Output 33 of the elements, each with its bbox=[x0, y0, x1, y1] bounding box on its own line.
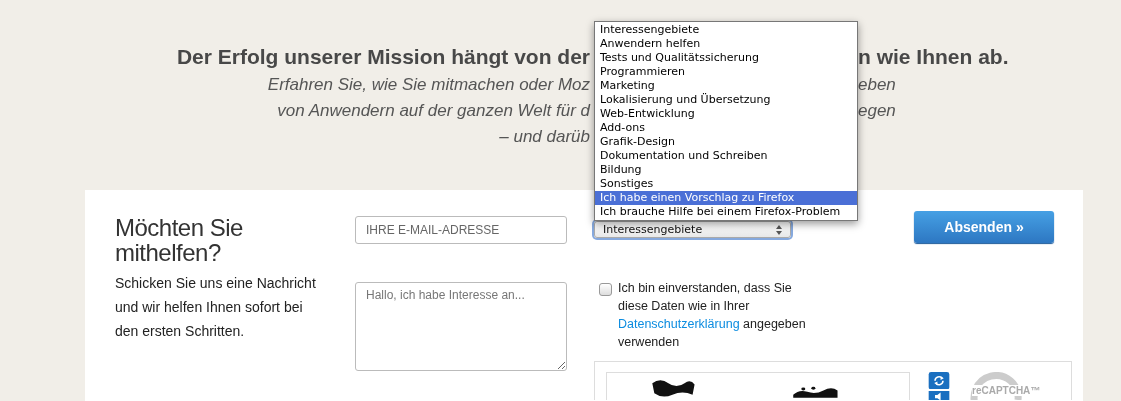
heading: n wie Ihnen ab. bbox=[858, 44, 1009, 70]
heading: Der Erfolg unserer Mission hängt von der bbox=[176, 44, 590, 70]
dropdown-option[interactable]: Bildung bbox=[595, 163, 857, 177]
message-field[interactable]: Hallo, ich habe Interesse an... bbox=[355, 282, 567, 371]
dropdown-option[interactable]: Dokumentation und Schreiben bbox=[595, 149, 857, 163]
consent-text: Ich bin einverstanden, dass Sie diese Daten wie in Ihrer Datenschutzerklärung angegeben verwenden bbox=[618, 280, 807, 351]
dropdown-option[interactable]: Ich habe einen Vorschlag zu Firefox bbox=[595, 191, 857, 205]
dropdown-option[interactable]: Lokalisierung und Übersetzung bbox=[595, 93, 857, 107]
intro-text: von Anwendern auf der ganzen Welt für d bbox=[277, 100, 590, 122]
dropdown-option[interactable]: Programmieren bbox=[595, 65, 857, 79]
dropdown-option[interactable]: Add-ons bbox=[595, 121, 857, 135]
submit-button[interactable]: Absenden » bbox=[914, 211, 1054, 243]
email-field[interactable]: IHRE E-MAIL-ADRESSE bbox=[355, 216, 567, 244]
interest-select[interactable]: Interessengebiete bbox=[594, 221, 791, 238]
dropdown-option[interactable]: Tests und Qualitätssicherung bbox=[595, 51, 857, 65]
updown-icon bbox=[776, 224, 782, 235]
dropdown-option[interactable]: Sonstiges bbox=[595, 177, 857, 191]
intro-text: Erfahren Sie, wie Sie mitmachen oder Moz bbox=[267, 74, 590, 96]
intro-text: eben bbox=[858, 74, 896, 96]
audio-icon[interactable] bbox=[926, 391, 952, 400]
intro-text: egen bbox=[858, 100, 896, 122]
dropdown-option[interactable]: Grafik-Design bbox=[595, 135, 857, 149]
form-title: Möchten Sie mithelfen? bbox=[115, 215, 244, 265]
dropdown-option[interactable]: Web-Entwicklung bbox=[595, 107, 857, 121]
privacy-link[interactable]: Datenschutzerklärung bbox=[618, 317, 740, 331]
intro-text: – und darüb bbox=[499, 126, 590, 148]
dropdown-option[interactable]: Marketing bbox=[595, 79, 857, 93]
dropdown-option[interactable]: Ich brauche Hilfe bei einem Firefox-Problem bbox=[595, 205, 857, 219]
description-text: Schicken Sie uns eine Nachricht und wir helfen Ihnen sofort bei den ersten Schritten. bbox=[115, 274, 317, 341]
dropdown-option[interactable]: Interessengebiete bbox=[595, 23, 857, 37]
dropdown-option[interactable]: Anwendern helfen bbox=[595, 37, 857, 51]
recaptcha-logo: reCAPTCHA™ bbox=[968, 372, 1048, 400]
consent-checkbox[interactable] bbox=[599, 283, 612, 296]
